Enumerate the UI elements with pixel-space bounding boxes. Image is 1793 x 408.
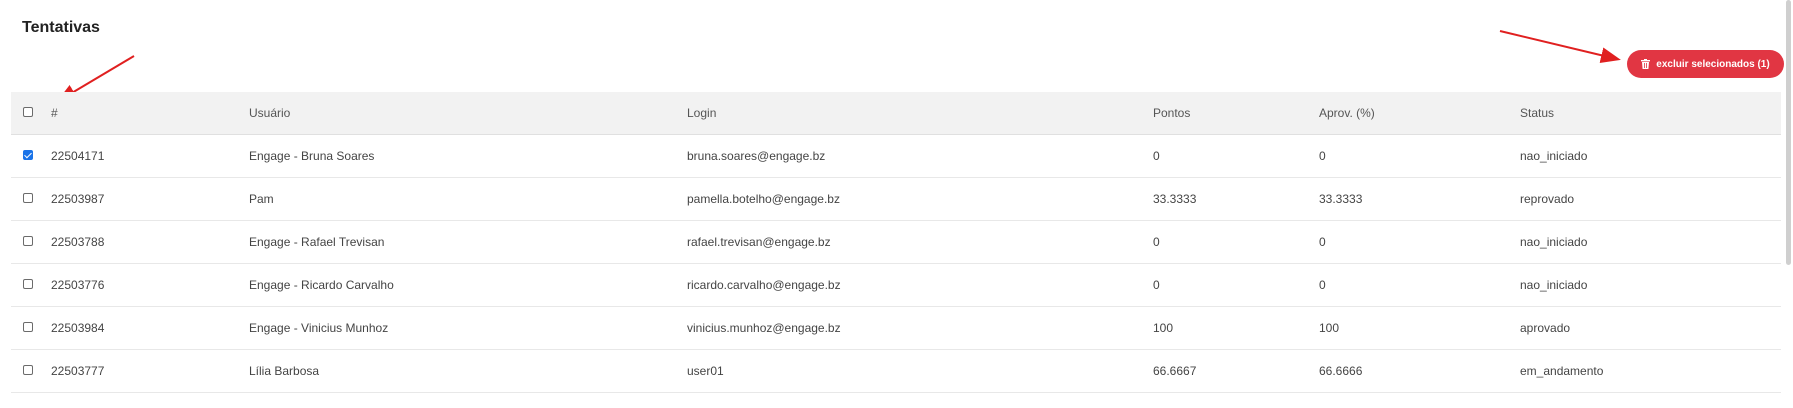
cell-login: vinicius.munhoz@engage.bz	[687, 321, 841, 335]
cell-aprov: 0	[1319, 278, 1326, 292]
cell-id: 22503777	[51, 364, 105, 378]
column-header-id[interactable]: #	[51, 92, 58, 134]
cell-id: 22503788	[51, 235, 105, 249]
cell-status: nao_iniciado	[1520, 149, 1588, 163]
cell-id: 22504171	[51, 149, 105, 163]
column-header-points[interactable]: Pontos	[1153, 92, 1190, 134]
cell-login: pamella.botelho@engage.bz	[687, 192, 840, 206]
row-select-checkbox[interactable]	[23, 279, 33, 289]
cell-points: 0	[1153, 235, 1160, 249]
cell-aprov: 66.6666	[1319, 364, 1363, 378]
cell-user: Engage - Rafael Trevisan	[249, 235, 385, 249]
cell-id: 22503776	[51, 278, 105, 292]
cell-user: Engage - Vinicius Munhoz	[249, 321, 389, 335]
row-select-checkbox[interactable]	[23, 322, 33, 332]
cell-status: aprovado	[1520, 321, 1571, 335]
annotation-arrow-button	[1499, 30, 1621, 64]
page-title: Tentativas	[22, 19, 100, 36]
column-header-aprov[interactable]: Aprov. (%)	[1319, 92, 1375, 134]
table-row[interactable]: 22503987 Pam pamella.botelho@engage.bz 3…	[11, 178, 1781, 221]
table-row[interactable]: 22503777 Lília Barbosa user01 66.6667 66…	[11, 350, 1781, 393]
delete-selected-button[interactable]: excluir selecionados (1)	[1627, 50, 1784, 78]
table-row[interactable]: 22503776 Engage - Ricardo Carvalho ricar…	[11, 264, 1781, 307]
cell-points: 33.3333	[1153, 192, 1197, 206]
column-header-status[interactable]: Status	[1520, 92, 1554, 134]
cell-points: 100	[1153, 321, 1174, 335]
cell-aprov: 0	[1319, 235, 1326, 249]
cell-id: 22503987	[51, 192, 105, 206]
table-header-row: # Usuário Login Pontos Aprov. (%) Status	[11, 92, 1781, 135]
cell-points: 66.6667	[1153, 364, 1197, 378]
cell-user: Lília Barbosa	[249, 364, 320, 378]
row-select-checkbox[interactable]	[23, 236, 33, 246]
row-select-checkbox[interactable]	[23, 150, 33, 160]
select-all-checkbox[interactable]	[23, 107, 33, 117]
cell-points: 0	[1153, 278, 1160, 292]
cell-login: rafael.trevisan@engage.bz	[687, 235, 831, 249]
cell-user: Engage - Ricardo Carvalho	[249, 278, 394, 292]
column-header-user[interactable]: Usuário	[249, 92, 290, 134]
cell-points: 0	[1153, 149, 1160, 163]
cell-aprov: 33.3333	[1319, 192, 1363, 206]
cell-status: em_andamento	[1520, 364, 1604, 378]
attempts-table: # Usuário Login Pontos Aprov. (%) Status…	[11, 92, 1781, 393]
cell-user: Pam	[249, 192, 274, 206]
cell-status: nao_iniciado	[1520, 278, 1588, 292]
cell-user: Engage - Bruna Soares	[249, 149, 375, 163]
delete-selected-label: excluir selecionados (1)	[1656, 58, 1770, 70]
cell-id: 22503984	[51, 321, 105, 335]
cell-aprov: 100	[1319, 321, 1340, 335]
trash-icon	[1641, 59, 1651, 69]
cell-login: bruna.soares@engage.bz	[687, 149, 826, 163]
cell-aprov: 0	[1319, 149, 1326, 163]
row-select-checkbox[interactable]	[23, 365, 33, 375]
cell-login: ricardo.carvalho@engage.bz	[687, 278, 841, 292]
row-select-checkbox[interactable]	[23, 193, 33, 203]
cell-status: nao_iniciado	[1520, 235, 1588, 249]
table-row[interactable]: 22504171 Engage - Bruna Soares bruna.soa…	[11, 135, 1781, 178]
vertical-scrollbar[interactable]	[1786, 0, 1791, 265]
table-body: 22504171 Engage - Bruna Soares bruna.soa…	[11, 135, 1781, 393]
cell-status: reprovado	[1520, 192, 1575, 206]
cell-login: user01	[687, 364, 724, 378]
column-header-login[interactable]: Login	[687, 92, 716, 134]
table-row[interactable]: 22503984 Engage - Vinicius Munhoz vinici…	[11, 307, 1781, 350]
table-row[interactable]: 22503788 Engage - Rafael Trevisan rafael…	[11, 221, 1781, 264]
